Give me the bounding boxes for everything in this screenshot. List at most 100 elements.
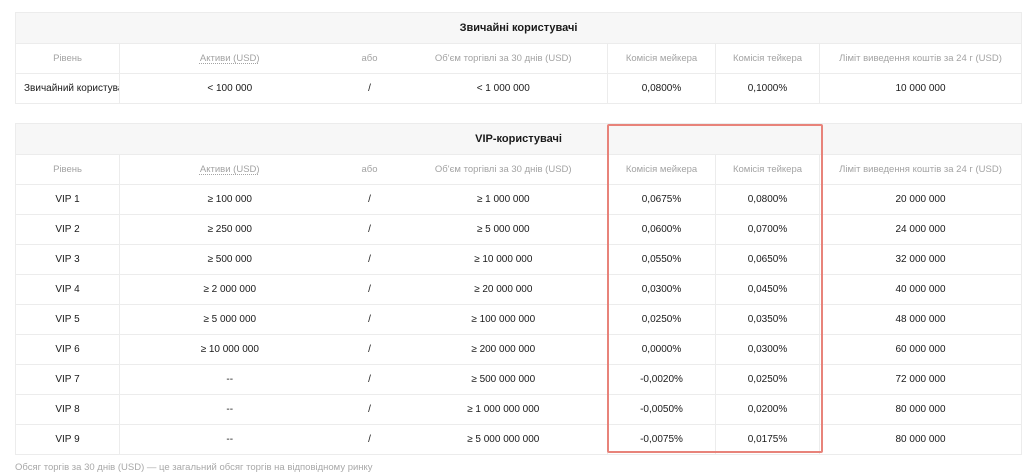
cell-or: / xyxy=(339,73,400,104)
cell-limit: 40 000 000 xyxy=(819,274,1022,305)
cell-limit: 80 000 000 xyxy=(819,394,1022,425)
cell-level: VIP 3 xyxy=(15,244,120,275)
table-row: VIP 7 -- / ≥ 500 000 000 -0,0020% 0,0250… xyxy=(15,364,1022,395)
table-row: VIP 1 ≥ 100 000 / ≥ 1 000 000 0,0675% 0,… xyxy=(15,184,1022,215)
cell-taker: 0,0175% xyxy=(715,424,820,455)
cell-or: / xyxy=(339,274,400,305)
cell-maker: 0,0000% xyxy=(607,334,716,365)
header-assets[interactable]: Активи (USD) xyxy=(119,43,340,74)
cell-limit: 20 000 000 xyxy=(819,184,1022,215)
cell-taker: 0,0300% xyxy=(715,334,820,365)
footnote: Обсяг торгів за 30 днів (USD) — це загал… xyxy=(15,462,373,473)
cell-level: VIP 7 xyxy=(15,364,120,395)
regular-users-title: Звичайні користувачі xyxy=(15,12,1022,44)
cell-assets: ≥ 2 000 000 xyxy=(119,274,340,305)
cell-volume: ≥ 5 000 000 xyxy=(399,214,608,245)
cell-limit: 10 000 000 xyxy=(819,73,1022,104)
table-row: VIP 8 -- / ≥ 1 000 000 000 -0,0050% 0,02… xyxy=(15,394,1022,425)
cell-volume: ≥ 20 000 000 xyxy=(399,274,608,305)
cell-maker: 0,0675% xyxy=(607,184,716,215)
cell-level: VIP 8 xyxy=(15,394,120,425)
cell-volume: ≥ 500 000 000 xyxy=(399,364,608,395)
cell-limit: 60 000 000 xyxy=(819,334,1022,365)
cell-maker: 0,0250% xyxy=(607,304,716,335)
header-taker: Комісія тейкера xyxy=(715,43,820,74)
cell-assets: ≥ 100 000 xyxy=(119,184,340,215)
cell-or: / xyxy=(339,184,400,215)
cell-taker: 0,0350% xyxy=(715,304,820,335)
cell-level: VIP 1 xyxy=(15,184,120,215)
vip-table-header: Рівень Активи (USD) або Об'єм торгівлі з… xyxy=(15,154,1022,185)
cell-taker: 0,0450% xyxy=(715,274,820,305)
header-level: Рівень xyxy=(15,154,120,185)
cell-or: / xyxy=(339,334,400,365)
header-volume: Об'єм торгівлі за 30 днів (USD) xyxy=(399,154,608,185)
cell-volume: < 1 000 000 xyxy=(399,73,608,104)
cell-limit: 48 000 000 xyxy=(819,304,1022,335)
cell-assets: ≥ 5 000 000 xyxy=(119,304,340,335)
cell-or: / xyxy=(339,364,400,395)
cell-or: / xyxy=(339,214,400,245)
cell-volume: ≥ 1 000 000 000 xyxy=(399,394,608,425)
table-row: Звичайний користувач < 100 000 / < 1 000… xyxy=(15,73,1022,104)
cell-maker: 0,0550% xyxy=(607,244,716,275)
cell-taker: 0,1000% xyxy=(715,73,820,104)
cell-taker: 0,0650% xyxy=(715,244,820,275)
cell-volume: ≥ 10 000 000 xyxy=(399,244,608,275)
cell-volume: ≥ 5 000 000 000 xyxy=(399,424,608,455)
header-limit: Ліміт виведення коштів за 24 г (USD) xyxy=(819,154,1022,185)
header-maker: Комісія мейкера xyxy=(607,43,716,74)
header-or: або xyxy=(339,154,400,185)
cell-limit: 32 000 000 xyxy=(819,244,1022,275)
cell-level: VIP 6 xyxy=(15,334,120,365)
cell-taker: 0,0800% xyxy=(715,184,820,215)
header-maker: Комісія мейкера xyxy=(607,154,716,185)
cell-level: Звичайний користувач xyxy=(15,73,120,104)
cell-taker: 0,0250% xyxy=(715,364,820,395)
header-volume: Об'єм торгівлі за 30 днів (USD) xyxy=(399,43,608,74)
cell-assets: ≥ 500 000 xyxy=(119,244,340,275)
table-row: VIP 5 ≥ 5 000 000 / ≥ 100 000 000 0,0250… xyxy=(15,304,1022,335)
header-taker: Комісія тейкера xyxy=(715,154,820,185)
cell-taker: 0,0700% xyxy=(715,214,820,245)
cell-maker: 0,0300% xyxy=(607,274,716,305)
table-row: VIP 3 ≥ 500 000 / ≥ 10 000 000 0,0550% 0… xyxy=(15,244,1022,275)
cell-assets: -- xyxy=(119,424,340,455)
cell-maker: -0,0020% xyxy=(607,364,716,395)
cell-assets: -- xyxy=(119,364,340,395)
header-limit: Ліміт виведення коштів за 24 г (USD) xyxy=(819,43,1022,74)
cell-maker: 0,0600% xyxy=(607,214,716,245)
cell-volume: ≥ 100 000 000 xyxy=(399,304,608,335)
cell-volume: ≥ 1 000 000 xyxy=(399,184,608,215)
table-row: VIP 6 ≥ 10 000 000 / ≥ 200 000 000 0,000… xyxy=(15,334,1022,365)
cell-level: VIP 5 xyxy=(15,304,120,335)
cell-or: / xyxy=(339,244,400,275)
table-row: VIP 2 ≥ 250 000 / ≥ 5 000 000 0,0600% 0,… xyxy=(15,214,1022,245)
header-or: або xyxy=(339,43,400,74)
cell-limit: 80 000 000 xyxy=(819,424,1022,455)
header-level: Рівень xyxy=(15,43,120,74)
table-row: VIP 4 ≥ 2 000 000 / ≥ 20 000 000 0,0300%… xyxy=(15,274,1022,305)
header-assets[interactable]: Активи (USD) xyxy=(119,154,340,185)
cell-level: VIP 9 xyxy=(15,424,120,455)
cell-level: VIP 4 xyxy=(15,274,120,305)
cell-assets: < 100 000 xyxy=(119,73,340,104)
cell-limit: 24 000 000 xyxy=(819,214,1022,245)
cell-maker: -0,0075% xyxy=(607,424,716,455)
cell-assets: -- xyxy=(119,394,340,425)
cell-or: / xyxy=(339,304,400,335)
cell-maker: -0,0050% xyxy=(607,394,716,425)
cell-volume: ≥ 200 000 000 xyxy=(399,334,608,365)
cell-assets: ≥ 10 000 000 xyxy=(119,334,340,365)
vip-users-table: VIP-користувачі Рівень Активи (USD) або … xyxy=(15,123,1023,455)
regular-users-table: Звичайні користувачі Рівень Активи (USD)… xyxy=(15,12,1023,104)
vip-users-title: VIP-користувачі xyxy=(15,123,1022,155)
cell-taker: 0,0200% xyxy=(715,394,820,425)
cell-maker: 0,0800% xyxy=(607,73,716,104)
cell-level: VIP 2 xyxy=(15,214,120,245)
table-row: VIP 9 -- / ≥ 5 000 000 000 -0,0075% 0,01… xyxy=(15,424,1022,455)
cell-assets: ≥ 250 000 xyxy=(119,214,340,245)
cell-or: / xyxy=(339,394,400,425)
cell-or: / xyxy=(339,424,400,455)
cell-limit: 72 000 000 xyxy=(819,364,1022,395)
